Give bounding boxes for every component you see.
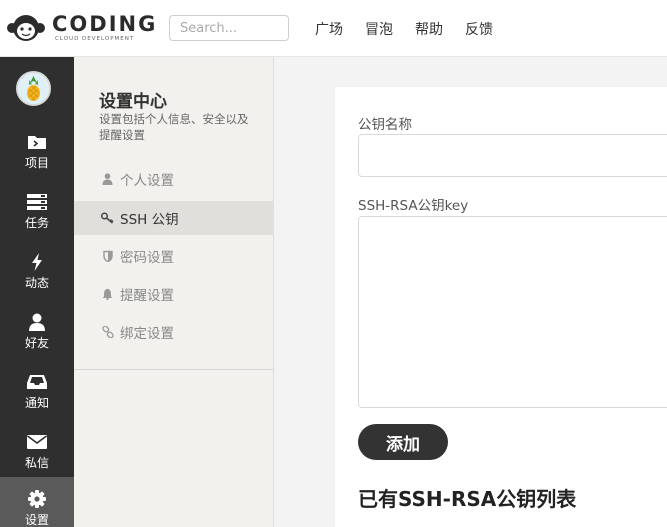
sidebar-item-settings[interactable]: 设置: [0, 477, 74, 527]
nav-link-help[interactable]: 帮助: [415, 19, 443, 39]
logo-subtitle: CLOUD DEVELOPMENT: [55, 36, 135, 42]
sidebar-item-messages[interactable]: 私信: [0, 420, 74, 480]
menu-item-label: 密码设置: [120, 250, 174, 266]
sidebar-item-projects[interactable]: 项目: [0, 120, 74, 180]
ssh-key-textarea[interactable]: [358, 216, 667, 408]
menu-item-reminders[interactable]: 提醒设置: [74, 277, 274, 311]
pineapple-avatar-icon: [18, 73, 49, 104]
bolt-icon: [32, 253, 42, 271]
sidebar-label: 设置: [24, 513, 49, 527]
menu-item-bindings[interactable]: 绑定设置: [74, 315, 274, 349]
ssh-key-label: SSH-RSA公钥key: [358, 198, 469, 214]
logo-text: CODING: [52, 12, 158, 36]
user-icon: [101, 173, 114, 186]
sidebar-item-activity[interactable]: 动态: [0, 240, 74, 300]
menu-item-profile[interactable]: 个人设置: [74, 162, 274, 196]
gear-icon: [28, 490, 46, 508]
user-icon: [29, 313, 45, 331]
menu-item-label: SSH 公钥: [120, 212, 179, 228]
nav-link-bubble[interactable]: 冒泡: [365, 19, 393, 39]
avatar[interactable]: [16, 71, 51, 106]
shield-icon: [101, 250, 114, 263]
key-name-label: 公钥名称: [358, 117, 412, 133]
search-input[interactable]: [169, 15, 289, 41]
ssh-key-list-title: 已有SSH-RSA公钥列表: [358, 487, 577, 511]
sidebar-item-notifications[interactable]: 通知: [0, 360, 74, 420]
settings-menu: 设置中心 设置包括个人信息、安全以及提醒设置 个人设置 SSH 公钥 密码设置 …: [74, 57, 274, 527]
key-icon: [101, 212, 114, 225]
sidebar-label: 好友: [24, 336, 49, 350]
ssh-key-form-panel: 公钥名称 SSH-RSA公钥key 添加 已有SSH-RSA公钥列表: [335, 87, 667, 527]
key-name-input[interactable]: [358, 134, 667, 177]
inbox-icon: [27, 375, 47, 389]
monkey-logo-icon: [7, 15, 45, 41]
folder-icon: [28, 136, 46, 149]
add-button[interactable]: 添加: [358, 424, 448, 460]
top-nav: 广场 冒泡 帮助 反馈: [315, 19, 515, 39]
link-icon: [101, 326, 114, 339]
top-bar: CODING CLOUD DEVELOPMENT 广场 冒泡 帮助 反馈: [0, 0, 667, 57]
menu-item-label: 绑定设置: [120, 326, 174, 342]
menu-item-label: 提醒设置: [120, 288, 174, 304]
menu-item-password[interactable]: 密码设置: [74, 239, 274, 273]
sidebar-item-tasks[interactable]: 任务: [0, 180, 74, 240]
sidebar-label: 任务: [24, 216, 49, 230]
menu-item-ssh-key[interactable]: SSH 公钥: [74, 201, 274, 235]
sidebar-item-friends[interactable]: 好友: [0, 300, 74, 360]
settings-title: 设置中心: [99, 92, 167, 112]
bell-icon: [101, 288, 114, 301]
tasks-icon: [27, 194, 47, 210]
main-sidebar: 项目 任务 动态 好友 通知 私信 设置: [0, 57, 74, 527]
sidebar-label: 通知: [24, 396, 49, 410]
menu-item-label: 个人设置: [120, 173, 174, 189]
sidebar-label: 项目: [24, 156, 49, 170]
envelope-icon: [27, 435, 47, 449]
nav-link-square[interactable]: 广场: [315, 19, 343, 39]
sidebar-label: 动态: [24, 276, 49, 290]
sidebar-label: 私信: [24, 456, 49, 470]
settings-description: 设置包括个人信息、安全以及提醒设置: [99, 112, 249, 142]
menu-divider: [74, 369, 274, 370]
nav-link-feedback[interactable]: 反馈: [465, 19, 493, 39]
coding-logo[interactable]: CODING CLOUD DEVELOPMENT: [6, 11, 155, 45]
